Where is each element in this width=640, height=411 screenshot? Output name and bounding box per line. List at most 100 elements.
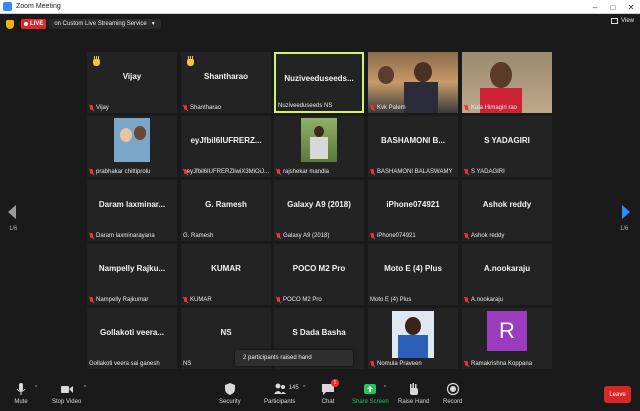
participant-name-text: NS [183, 360, 192, 367]
participant-tile[interactable]: Kola Himagiri rao [462, 52, 552, 113]
participant-name-label: Moto E (4) Plus [370, 295, 456, 304]
participant-tile[interactable]: KUMAR KUMAR [181, 244, 271, 305]
video-options-caret[interactable]: ^ [84, 385, 86, 391]
participant-display-name: iPhone074921 [386, 200, 440, 209]
record-button[interactable]: Record [443, 382, 462, 405]
participant-name-text: Ashok reddy [471, 232, 505, 239]
participant-tile[interactable]: Vijay Vijay [87, 52, 177, 113]
participant-name-text: POCO M2 Pro [283, 296, 322, 303]
participant-tile[interactable]: Nomula Praveen [368, 308, 458, 369]
participant-name-label: Kola Himagiri rao [464, 103, 550, 112]
meeting-toolbar: Mute ^ Stop Video ^ Security 145 Partici… [0, 379, 640, 411]
live-dot-icon [24, 22, 28, 26]
zoom-app-icon [3, 2, 12, 11]
muted-mic-icon [89, 168, 94, 175]
participant-tile[interactable]: S YADAGIRI S YADAGIRI [462, 116, 552, 177]
encryption-shield-icon[interactable] [6, 19, 14, 29]
participant-tile[interactable]: eyJfbil6IUFRERZ... eyJfbil6IUFRERZliwiX3M… [181, 116, 271, 177]
mute-button[interactable]: Mute [14, 382, 28, 405]
participant-name-text: Kola Himagiri rao [471, 104, 518, 111]
maximize-button[interactable]: □ [604, 0, 622, 14]
view-label: View [621, 18, 634, 24]
leave-label: Leave [609, 391, 626, 398]
raised-hand-icon [92, 56, 101, 66]
participant-name-text: Nomula Praveen [377, 360, 422, 367]
participant-tile[interactable]: Nampelly Rajku... Nampelly Rajkumar [87, 244, 177, 305]
participant-name-text: Vijay [96, 104, 109, 111]
participant-tile[interactable]: Galaxy A9 (2018) Galaxy A9 (2018) [274, 180, 364, 241]
chat-label: Chat [321, 399, 335, 405]
record-label: Record [443, 399, 463, 405]
participant-name-text: Nuziveeduseeds NS [278, 102, 333, 109]
stream-label: on Custom Live Streaming Service [54, 21, 147, 27]
participant-tile[interactable]: BASHAMONI B... BASHAMONI BALASWAMY [368, 116, 458, 177]
participant-name-text: S YADAGIRI [471, 168, 505, 175]
title-bar: Zoom Meeting – □ ✕ [0, 0, 640, 14]
window-controls: – □ ✕ [586, 0, 640, 14]
participant-tile[interactable]: Ashok reddy Ashok reddy [462, 180, 552, 241]
participant-name-text: Shantharao [190, 104, 222, 111]
participant-name-label: Vijay [89, 103, 175, 112]
muted-mic-icon [370, 168, 375, 175]
close-button[interactable]: ✕ [622, 0, 640, 14]
participants-options-caret[interactable]: ^ [303, 385, 305, 391]
participant-tile[interactable]: iPhone074921 iPhone074921 [368, 180, 458, 241]
raise-hand-button[interactable]: Raise Hand [398, 382, 429, 405]
participant-display-name: Moto E (4) Plus [384, 264, 442, 273]
participant-name-text: Moto E (4) Plus [370, 296, 412, 303]
participant-tile[interactable]: rajshekar mandla [274, 116, 364, 177]
participant-tile[interactable]: prabhakar chittiprolu [87, 116, 177, 177]
live-stream-menu[interactable]: on Custom Live Streaming Service ▼ [49, 19, 161, 29]
participant-name-text: prabhakar chittiprolu [96, 168, 151, 175]
muted-mic-icon [464, 104, 469, 111]
participant-video [392, 311, 434, 358]
participant-name-text: A.nookaraju [471, 296, 504, 303]
participant-tile[interactable]: Nuziveeduseeds... Nuziveeduseeds NS [274, 52, 364, 113]
participant-tile[interactable]: Moto E (4) Plus Moto E (4) Plus [368, 244, 458, 305]
muted-mic-icon [370, 232, 375, 239]
participant-name-text: KUMAR [190, 296, 212, 303]
next-page-arrow[interactable] [620, 202, 632, 222]
muted-mic-icon [464, 296, 469, 303]
participant-name-text: eyJfbil6IUFRERZliwiX3MiOiJ... [186, 168, 269, 175]
security-button[interactable]: Security [219, 382, 241, 405]
previous-page-arrow[interactable] [7, 202, 19, 222]
participant-display-name: S YADAGIRI [484, 136, 530, 145]
participant-display-name: Shantharao [203, 72, 248, 81]
participant-name-label: POCO M2 Pro [276, 295, 362, 304]
participants-button[interactable]: 145 Participants [264, 382, 299, 405]
participant-tile[interactable]: Daram laxminar... Daram laxminarayana [87, 180, 177, 241]
participant-display-name: Daram laxminar... [98, 200, 166, 209]
mute-label: Mute [14, 399, 28, 405]
participant-name-label: S YADAGIRI [464, 167, 550, 176]
view-button[interactable]: View [611, 18, 634, 24]
participant-name-text: Kvk Palem [377, 104, 406, 111]
muted-mic-icon [370, 360, 375, 367]
participant-display-name: Gollakoti veera... [99, 328, 165, 337]
chat-button[interactable]: 1 Chat [321, 379, 339, 405]
raise-hand-icon [407, 382, 421, 396]
minimize-button[interactable]: – [586, 0, 604, 14]
live-label: LIVE [30, 21, 44, 27]
mute-options-caret[interactable]: ^ [35, 385, 37, 391]
participants-icon: 145 [273, 382, 299, 396]
participant-tile[interactable]: G. Ramesh G. Ramesh [181, 180, 271, 241]
stop-video-button[interactable]: Stop Video [52, 382, 81, 405]
participant-tile[interactable]: POCO M2 Pro POCO M2 Pro [274, 244, 364, 305]
participant-name-text: Gollakoti veera sai ganesh [89, 360, 160, 367]
participant-name-text: BASHAMONI BALASWAMY [377, 168, 453, 175]
participant-name-label: iPhone074921 [370, 231, 456, 240]
participant-tile[interactable]: Kvk Palem [368, 52, 458, 113]
participant-name-text: rajshekar mandla [283, 168, 330, 175]
leave-button[interactable]: Leave [604, 386, 631, 403]
participant-tile[interactable]: Gollakoti veera... Gollakoti veera sai ga… [87, 308, 177, 369]
participant-display-name: NS [220, 328, 232, 337]
participant-tile[interactable]: Shantharao Shantharao [181, 52, 271, 113]
participant-tile[interactable]: R Ramakrishna Koppana [462, 308, 552, 369]
share-options-caret[interactable]: ^ [384, 385, 386, 391]
participant-name-label: Galaxy A9 (2018) [276, 231, 362, 240]
muted-mic-icon [464, 168, 469, 175]
participant-tile[interactable]: A.nookaraju A.nookaraju [462, 244, 552, 305]
muted-mic-icon [183, 168, 187, 175]
participant-name-text: Ramakrishna Koppana [471, 360, 533, 367]
